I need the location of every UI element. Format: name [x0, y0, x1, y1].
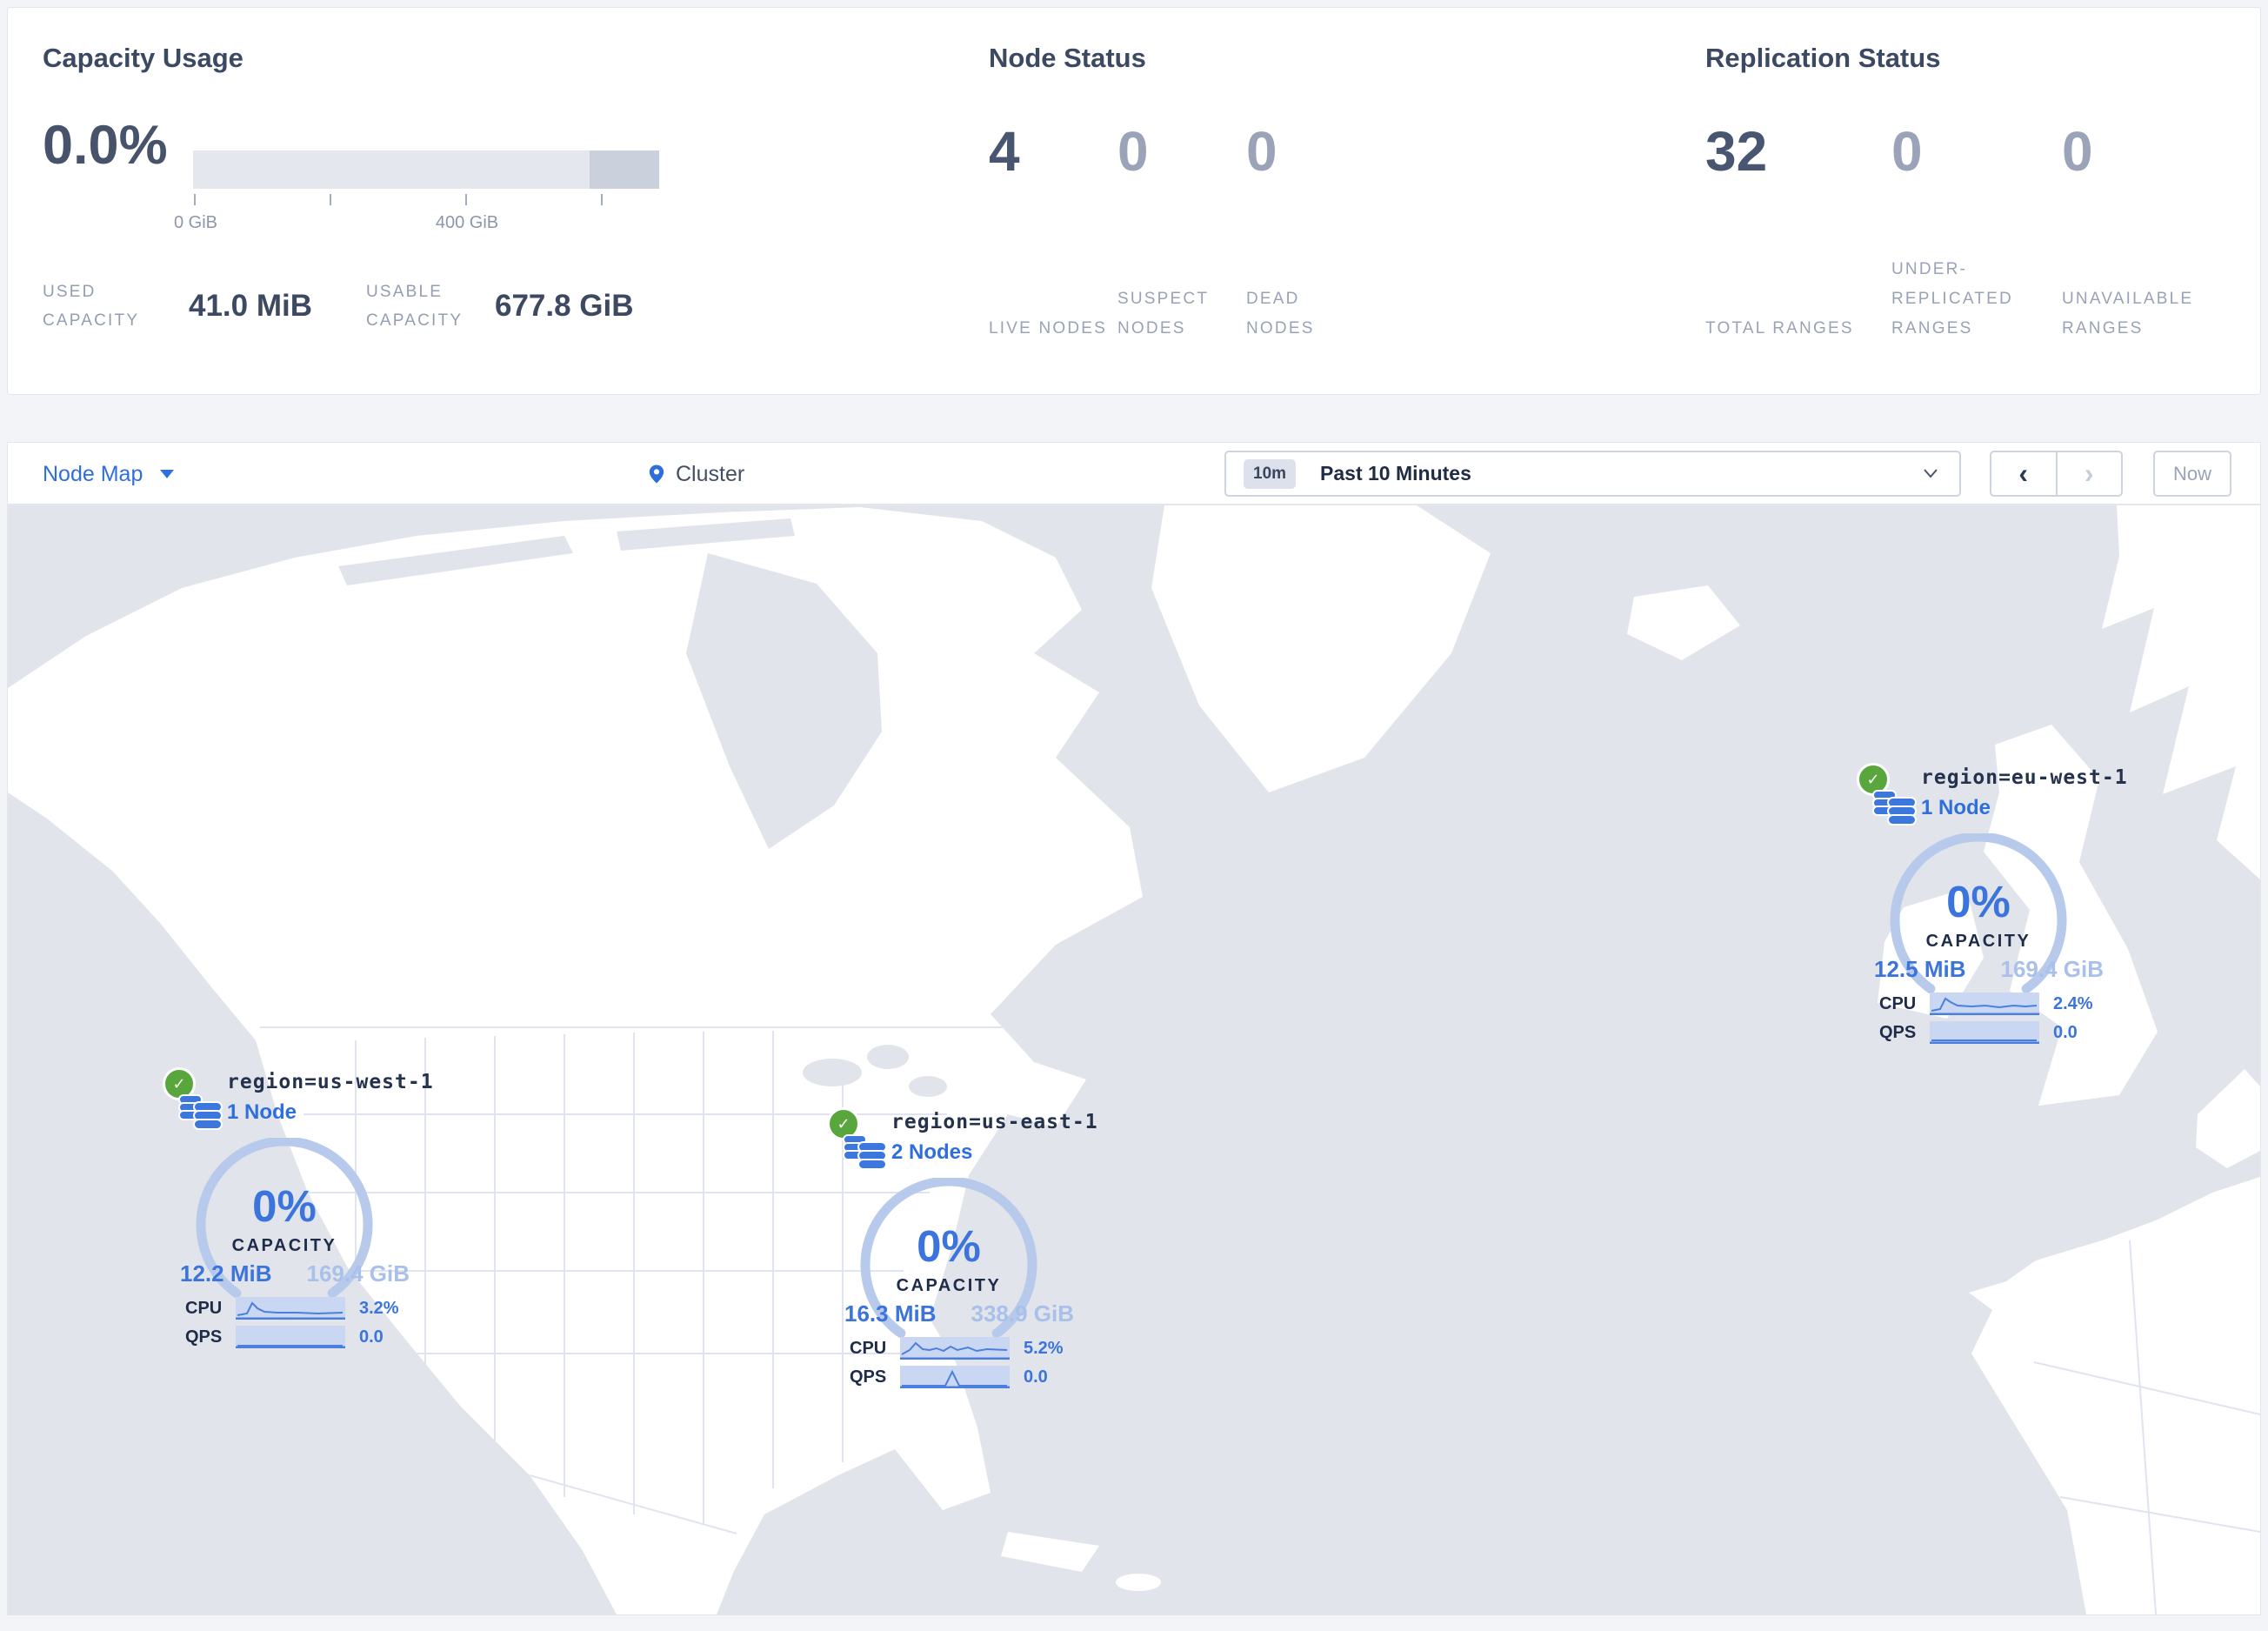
capacity-percent: 0% — [917, 1221, 981, 1271]
region-badge-us-west-1[interactable]: ✓ region=us-west-1 1 Node 0% CAPACITY 12… — [163, 1064, 433, 1361]
chevron-down-icon — [160, 470, 175, 478]
cpu-value: 5.2% — [1024, 1338, 1064, 1358]
cpu-sparkline — [1930, 993, 2039, 1015]
map-toolbar: Node Map Cluster 10m Past 10 Minutes ‹ ›… — [7, 442, 2261, 505]
breadcrumb-cluster: Cluster — [676, 461, 745, 486]
capacity-bar-axis — [193, 194, 659, 208]
database-nodes-icon — [1872, 790, 1917, 826]
cpu-sparkline — [900, 1337, 1010, 1360]
used-capacity: 12.5 MiB — [1874, 956, 1966, 982]
time-stepper: ‹ › — [1990, 451, 2123, 497]
node-map: ✓ region=us-west-1 1 Node 0% CAPACITY 12… — [7, 505, 2261, 1615]
live-nodes-count: 4 — [989, 120, 1020, 183]
capacity-usage-bar — [193, 150, 659, 189]
total-ranges-label: TOTAL RANGES — [1705, 319, 1854, 338]
view-mode-label: Node Map — [43, 461, 143, 486]
capacity-gauge-label: CAPACITY — [1925, 932, 2031, 951]
used-capacity-label: USED CAPACITY — [43, 283, 140, 330]
now-button[interactable]: Now — [2153, 451, 2231, 497]
node-count: 1 Node — [1921, 796, 1991, 819]
suspect-nodes-label: SUSPECT NODES — [1117, 290, 1209, 338]
qps-label: QPS — [850, 1367, 887, 1387]
map-pin-icon — [649, 465, 664, 484]
used-capacity-value: 41.0 MiB — [189, 289, 312, 323]
used-capacity: 12.2 MiB — [180, 1260, 272, 1287]
capacity-bar-segment — [590, 150, 659, 189]
time-range-label: Past 10 Minutes — [1320, 462, 1471, 485]
world-map — [8, 505, 2260, 1614]
capacity-tick-label-400: 400 GiB — [435, 213, 499, 232]
total-capacity: 338.9 GiB — [971, 1300, 1074, 1327]
suspect-nodes-count: 0 — [1117, 120, 1149, 183]
time-range-badge: 10m — [1244, 458, 1297, 489]
qps-sparkline — [900, 1366, 1010, 1388]
database-nodes-icon — [843, 1134, 887, 1170]
usable-capacity-value: 677.8 GiB — [495, 289, 634, 323]
live-nodes-label: LIVE NODES — [989, 319, 1108, 338]
dead-nodes-count: 0 — [1246, 120, 1277, 183]
replication-status-title: Replication Status — [1705, 43, 1941, 73]
unavailable-ranges-count: 0 — [2062, 120, 2093, 183]
node-status-numbers: 4 0 0 — [989, 119, 1375, 184]
region-badge-eu-west-1[interactable]: ✓ region=eu-west-1 1 Node 0% CAPACITY 12… — [1857, 759, 2127, 1057]
time-back-button[interactable]: ‹ — [1991, 452, 2058, 495]
qps-value: 0.0 — [2053, 1022, 2078, 1042]
qps-value: 0.0 — [359, 1327, 384, 1347]
time-range-select[interactable]: 10m Past 10 Minutes — [1224, 451, 1961, 497]
cpu-label: CPU — [185, 1298, 223, 1318]
cpu-sparkline — [236, 1297, 345, 1320]
view-mode-dropdown[interactable]: Node Map — [43, 443, 175, 505]
region-badge-us-east-1[interactable]: ✓ region=us-east-1 2 Nodes 0% CAPACITY 1… — [827, 1104, 1097, 1401]
total-capacity: 169.4 GiB — [2000, 956, 2104, 982]
capacity-usage-title: Capacity Usage — [43, 43, 243, 73]
cluster-summary-panel: Capacity Usage 0.0% 0 GiB 400 GiB USED C… — [7, 7, 2261, 395]
node-count: 2 Nodes — [891, 1140, 973, 1164]
capacity-gauge-label: CAPACITY — [896, 1276, 1002, 1295]
region-name: region=us-east-1 — [891, 1111, 1098, 1133]
region-name: region=us-west-1 — [227, 1071, 434, 1093]
cpu-label: CPU — [1879, 993, 1917, 1013]
under-replicated-ranges-label: UNDER-REPLICATED RANGES — [1891, 260, 2013, 338]
usable-capacity-label: USABLE CAPACITY — [366, 283, 464, 330]
capacity-gauge-label: CAPACITY — [231, 1236, 337, 1255]
replication-status-numbers: 32 0 0 — [1705, 119, 2243, 184]
time-forward-button[interactable]: › — [2058, 452, 2122, 495]
cpu-value: 2.4% — [2053, 993, 2093, 1013]
under-replicated-ranges-count: 0 — [1891, 120, 1923, 183]
node-status-labels: LIVE NODES SUSPECT NODES DEAD NODES — [989, 251, 1375, 344]
capacity-tick-label-0: 0 GiB — [173, 213, 218, 232]
capacity-percent: 0% — [1946, 877, 2011, 926]
node-status-title: Node Status — [989, 43, 1146, 73]
qps-label: QPS — [1879, 1022, 1917, 1042]
cpu-label: CPU — [850, 1338, 887, 1358]
replication-status-labels: TOTAL RANGES UNDER-REPLICATED RANGES UNA… — [1705, 251, 2243, 344]
capacity-used-percent: 0.0% — [43, 115, 168, 176]
chevron-down-icon — [1924, 469, 1938, 478]
cpu-value: 3.2% — [359, 1298, 399, 1318]
total-ranges-count: 32 — [1705, 120, 1768, 183]
node-map-page: Capacity Usage 0.0% 0 GiB 400 GiB USED C… — [0, 0, 2268, 1631]
unavailable-ranges-label: UNAVAILABLE RANGES — [2062, 290, 2194, 338]
capacity-percent: 0% — [252, 1181, 317, 1231]
used-capacity: 16.3 MiB — [844, 1300, 937, 1327]
breadcrumb[interactable]: Cluster — [646, 443, 744, 505]
qps-sparkline — [236, 1326, 345, 1348]
database-nodes-icon — [178, 1094, 223, 1130]
region-name: region=eu-west-1 — [1921, 766, 2128, 789]
qps-label: QPS — [185, 1327, 223, 1347]
node-count: 1 Node — [227, 1100, 297, 1124]
qps-value: 0.0 — [1024, 1367, 1048, 1387]
total-capacity: 169.4 GiB — [306, 1260, 410, 1287]
dead-nodes-label: DEAD NODES — [1246, 290, 1315, 338]
qps-sparkline — [1930, 1021, 2039, 1044]
